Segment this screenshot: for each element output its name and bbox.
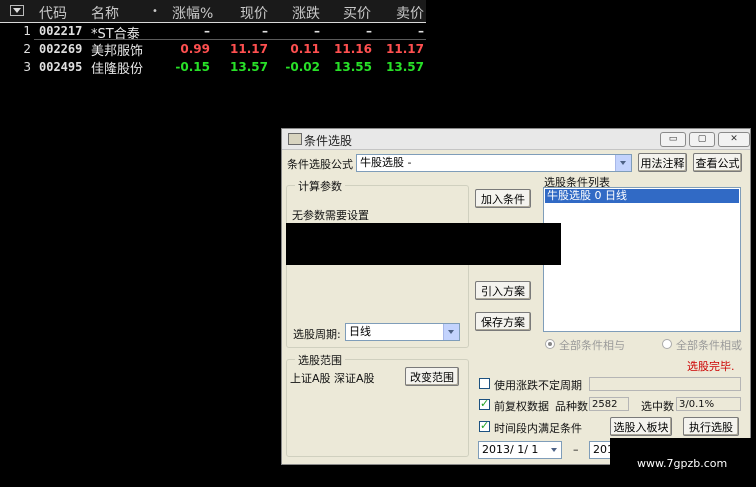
change: –	[314, 24, 320, 38]
dialog-titlebar[interactable]: 条件选股 ▭ ▢ ✕	[282, 129, 750, 150]
change-pct: 0.99	[180, 42, 210, 56]
variety-label: 品种数	[555, 400, 588, 413]
chevron-down-icon[interactable]	[615, 155, 631, 171]
col-ask[interactable]: 卖价	[396, 3, 424, 23]
condition-list[interactable]: 牛股选股 0 日线	[543, 187, 741, 332]
all-and-radio[interactable]	[545, 339, 555, 349]
col-bid[interactable]: 买价	[343, 3, 371, 23]
row-index: 2	[23, 42, 31, 56]
stock-name: 美邦服饰	[91, 44, 144, 59]
stock-code: 002217	[39, 24, 83, 38]
quote-table-header: 代码 名称 • 涨幅% 现价 涨跌 买价 卖价	[0, 0, 426, 23]
change: -0.02	[285, 60, 320, 74]
list-item[interactable]: 牛股选股 0 日线	[545, 189, 739, 203]
watermark-text: www.7gpzb.com	[637, 457, 728, 470]
col-change-pct[interactable]: 涨幅%	[172, 3, 213, 23]
ask: 11.17	[386, 42, 424, 56]
col-price[interactable]: 现价	[240, 3, 268, 23]
change-range-button[interactable]: 改变范围	[405, 367, 459, 386]
period-value: 日线	[349, 325, 371, 338]
col-change[interactable]: 涨跌	[292, 3, 320, 23]
price: –	[262, 24, 268, 38]
uncertain-period-field	[589, 377, 741, 391]
ask: –	[418, 24, 424, 38]
range-title: 选股范围	[295, 352, 345, 368]
period-label: 选股周期:	[293, 328, 341, 341]
uncertain-period-label: 使用涨跌不定周期	[494, 379, 582, 392]
add-to-block-button[interactable]: 选股入板块	[610, 417, 672, 436]
price: 13.57	[230, 60, 268, 74]
stock-code: 002495	[39, 60, 83, 74]
redaction-block	[286, 223, 561, 265]
uncertain-period-checkbox[interactable]	[479, 378, 490, 389]
all-and-label: 全部条件相与	[559, 339, 625, 352]
calc-params-group: 计算参数 无参数需要设置 选股周期: 日线	[286, 178, 469, 348]
time-range-checkbox[interactable]	[479, 419, 490, 432]
range-group: 选股范围 上证A股 深证A股 改变范围	[286, 352, 469, 457]
quote-table: 代码 名称 • 涨幅% 现价 涨跌 买价 卖价 1 002217 *ST合泰 –…	[0, 0, 426, 77]
ask: 13.57	[386, 60, 424, 74]
add-condition-button[interactable]: 加入条件	[475, 189, 531, 208]
usage-notes-button[interactable]: 用法注释	[638, 153, 687, 172]
bid: 13.55	[334, 60, 372, 74]
calc-params-title: 计算参数	[295, 178, 345, 194]
pre-adjust-checkbox[interactable]	[479, 397, 490, 410]
column-menu-icon[interactable]	[10, 5, 24, 16]
change-pct: -0.15	[175, 60, 210, 74]
import-plan-button[interactable]: 引入方案	[475, 281, 531, 300]
status-text: 选股完毕.	[687, 360, 735, 373]
selected-value: 3/0.1%	[676, 397, 741, 411]
start-date-value: 2013/ 1/ 1	[482, 443, 539, 456]
execute-screen-button[interactable]: 执行选股	[683, 417, 739, 436]
formula-label: 条件选股公式	[287, 158, 353, 171]
close-button[interactable]: ✕	[718, 132, 750, 147]
all-or-radio[interactable]	[662, 339, 672, 349]
formula-select[interactable]: 牛股选股 -	[356, 154, 632, 172]
bid: –	[366, 24, 372, 38]
period-select[interactable]: 日线	[345, 323, 460, 341]
minimize-button[interactable]: ▭	[660, 132, 686, 147]
start-date-picker[interactable]: 2013/ 1/ 1	[478, 441, 562, 459]
date-separator: –	[573, 443, 579, 456]
change: 0.11	[290, 42, 320, 56]
no-params-text: 无参数需要设置	[292, 209, 369, 222]
col-name[interactable]: 名称	[91, 3, 119, 23]
all-or-label: 全部条件相或	[676, 339, 742, 352]
range-value: 上证A股 深证A股	[290, 372, 375, 385]
app-icon	[288, 133, 302, 145]
stock-code: 002269	[39, 42, 83, 56]
pre-adjust-label: 前复权数据	[494, 400, 549, 413]
price: 11.17	[230, 42, 268, 56]
col-code[interactable]: 代码	[39, 3, 67, 23]
save-plan-button[interactable]: 保存方案	[475, 312, 531, 331]
row-index: 3	[23, 60, 31, 74]
row-index: 1	[23, 24, 31, 38]
change-pct: –	[204, 24, 210, 38]
sort-dot-icon: •	[152, 6, 158, 17]
time-range-label: 时间段内满足条件	[494, 422, 582, 435]
formula-value: 牛股选股 -	[360, 156, 412, 169]
stock-name: 佳隆股份	[91, 62, 144, 77]
chevron-down-icon[interactable]	[443, 324, 459, 340]
maximize-button[interactable]: ▢	[689, 132, 715, 147]
dialog-title: 条件选股	[304, 134, 353, 148]
watermark: www.7gpzb.com	[610, 438, 756, 487]
chevron-down-icon[interactable]	[547, 442, 561, 458]
stock-screener-dialog: 条件选股 ▭ ▢ ✕ 条件选股公式 牛股选股 - 用法注释 查看公式 计算参数 …	[281, 128, 751, 465]
variety-value: 2582	[589, 397, 629, 411]
selected-label: 选中数	[641, 400, 674, 413]
view-formula-button[interactable]: 查看公式	[693, 153, 742, 172]
bid: 11.16	[334, 42, 372, 56]
